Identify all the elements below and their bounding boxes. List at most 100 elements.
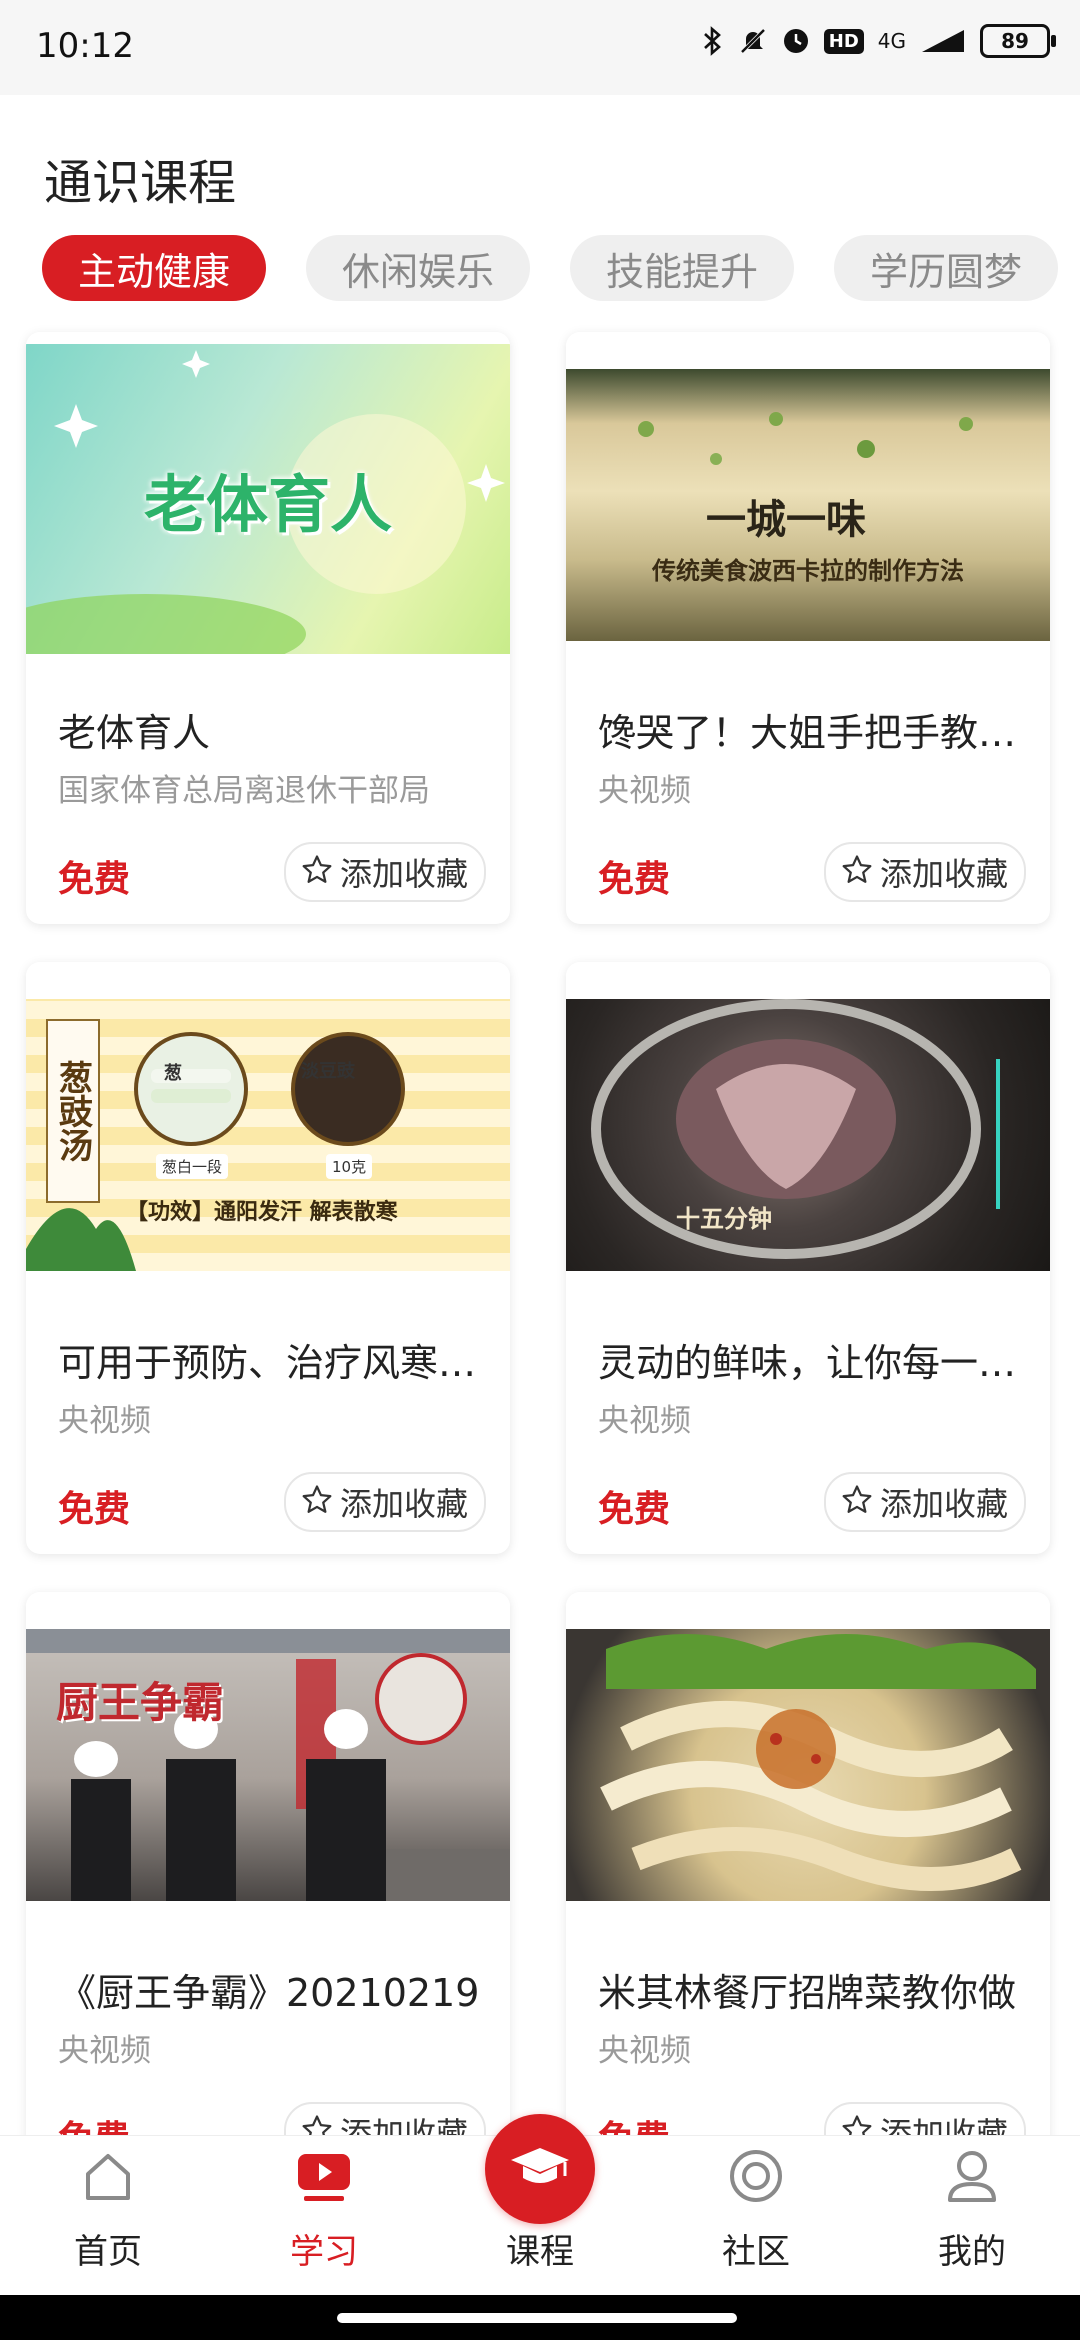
tab-skills[interactable]: 技能提升 [570,235,795,301]
nav-community-label: 社区 [722,2232,790,2272]
nav-home[interactable]: 首页 [33,2146,183,2273]
ingredient-amount: 10克 [326,1154,373,1179]
course-thumbnail[interactable]: 老体育人 [26,332,510,662]
add-favorite-button[interactable]: 添加收藏 [823,842,1026,902]
nav-community[interactable]: 社区 [681,2146,831,2273]
mute-bell-icon [738,26,768,56]
course-thumbnail[interactable]: 一城一味 传统美食波西卡拉的制作方法 [566,332,1050,662]
star-icon [300,2113,334,2135]
course-thumbnail[interactable]: 十五分钟 [566,962,1050,1292]
home-indicator-bar[interactable] [337,2313,737,2323]
nav-home-label: 首页 [74,2232,142,2272]
courses-center-button[interactable] [485,2114,595,2224]
nav-courses-label: 课程 [506,2232,574,2272]
status-bar: 10:12 HD 4G 89 [0,0,1080,95]
status-time: 10:12 [36,26,134,66]
course-title: 馋哭了！大姐手把手教你做 [598,711,1028,755]
thumbnail-title: 厨王争霸 [56,1678,225,1727]
tab-active-health[interactable]: 主动健康 [42,235,267,301]
thumbnail-title: 十五分钟 [676,1205,772,1233]
nav-profile-label: 我的 [938,2232,1006,2272]
thumbnail-caption: 传统美食波西卡拉的制作方法 [652,557,964,585]
course-source: 国家体育总局离退休干部局 [58,773,430,809]
status-icons: HD 4G 89 [702,24,1056,58]
page-title: 通识课程 [44,155,237,211]
course-card[interactable]: 老体育人 老体育人 国家体育总局离退休干部局 免费 添加收藏 [26,332,510,924]
course-card[interactable]: 厨王争霸 《厨王争霸》20210219 央视频 免费 添加收藏 [26,1592,510,2135]
tab-degree[interactable]: 学历圆梦 [834,235,1059,301]
course-thumbnail[interactable]: 葱豉汤 葱 淡豆豉 葱白一段 10克 【功效】通阳发汗 解表散寒 [26,962,510,1292]
star-icon [840,2113,874,2135]
course-title: 米其林餐厅招牌菜教你做 [598,1971,1017,2015]
hd-icon: HD [823,28,864,54]
course-title: 《厨王争霸》20210219 [58,1971,480,2015]
course-price: 免费 [58,1489,131,1530]
network-type-label: 4G [877,29,906,53]
favorite-label: 添加收藏 [339,855,468,893]
favorite-label: 添加收藏 [339,1485,468,1523]
course-title: 灵动的鲜味，让你每一口都 [598,1341,1028,1385]
star-icon [300,1483,334,1521]
nav-study[interactable]: 学习 [249,2146,399,2273]
thumbnail-image: 老体育人 [26,344,510,654]
play-icon [294,2146,354,2210]
course-card[interactable]: 葱豉汤 葱 淡豆豉 葱白一段 10克 【功效】通阳发汗 解表散寒 可用于预防、治… [26,962,510,1554]
course-source: 央视频 [58,2033,151,2069]
favorite-label: 添加收藏 [879,2115,1008,2135]
category-tabs: 主动健康 休闲娱乐 技能提升 学历圆梦 [42,235,1059,301]
course-price: 免费 [598,2110,670,2135]
efficacy-text: 【功效】通阳发汗 解表散寒 [126,1200,398,1225]
main-content[interactable]: 通识课程 主动健康 休闲娱乐 技能提升 学历圆梦 老体育人 老体育人 国家体育总… [0,95,1080,2135]
add-favorite-button[interactable]: 添加收藏 [283,2102,486,2135]
thumbnail-title: 老体育人 [143,468,392,541]
favorite-label: 添加收藏 [879,1485,1008,1523]
ingredients-decoration [26,1032,405,1271]
course-source: 央视频 [598,1403,691,1439]
graduation-cap-icon [505,2132,575,2206]
course-thumbnail[interactable] [566,1592,1050,1922]
add-favorite-button[interactable]: 添加收藏 [823,1472,1026,1532]
tab-leisure[interactable]: 休闲娱乐 [306,235,531,301]
course-title: 老体育人 [58,711,211,755]
thumbnail-image: 厨王争霸 [26,1629,510,1901]
battery-level: 89 [1001,29,1029,53]
add-favorite-button[interactable]: 添加收藏 [283,842,486,902]
signal-icon [920,28,966,54]
thumbnail-image [566,1629,1050,1901]
home-indicator [0,2295,1080,2340]
course-thumbnail[interactable]: 厨王争霸 [26,1592,510,1922]
bottom-navigation: 首页 学习 课程 社区 我的 [0,2114,1080,2296]
bluetooth-icon [702,26,724,56]
star-icon [300,853,334,891]
course-source: 央视频 [58,1403,151,1439]
course-card[interactable]: 十五分钟 灵动的鲜味，让你每一口都 央视频 免费 添加收藏 [566,962,1050,1554]
course-price: 免费 [58,859,131,900]
plate-decoration [591,999,1000,1259]
ingredient-amount: 葱白一段 [156,1154,229,1179]
star-icon [840,1483,874,1521]
star-icon [840,853,874,891]
thumbnail-image: 葱豉汤 葱 淡豆豉 葱白一段 10克 【功效】通阳发汗 解表散寒 [26,999,510,1271]
add-favorite-button[interactable]: 添加收藏 [823,2102,1026,2135]
thumbnail-image: 一城一味 传统美食波西卡拉的制作方法 [566,369,1050,641]
favorite-label: 添加收藏 [879,855,1008,893]
thumbnail-title: 一城一味 [706,497,866,543]
course-price: 免费 [58,2110,130,2135]
add-favorite-button[interactable]: 添加收藏 [283,1472,486,1532]
course-card[interactable]: 米其林餐厅招牌菜教你做 央视频 免费 添加收藏 [566,1592,1050,2135]
course-price: 免费 [598,1489,671,1530]
profile-icon [942,2146,1002,2210]
course-price: 免费 [598,859,671,900]
noodles-decoration [600,1634,1036,1891]
course-title: 可用于预防、治疗风寒感冒 [58,1341,488,1385]
nav-profile[interactable]: 我的 [897,2146,1047,2273]
battery-indicator: 89 [980,24,1056,58]
ingredient-label: 淡豆豉 [301,1061,355,1082]
course-card[interactable]: 一城一味 传统美食波西卡拉的制作方法 馋哭了！大姐手把手教你做 央视频 免费 添… [566,332,1050,924]
course-source: 央视频 [598,773,691,809]
ingredient-label: 葱 [164,1063,182,1084]
nav-study-label: 学习 [290,2232,358,2272]
thumbnail-image: 十五分钟 [566,999,1050,1271]
network-type: 4G [877,29,906,53]
community-icon [726,2146,786,2210]
